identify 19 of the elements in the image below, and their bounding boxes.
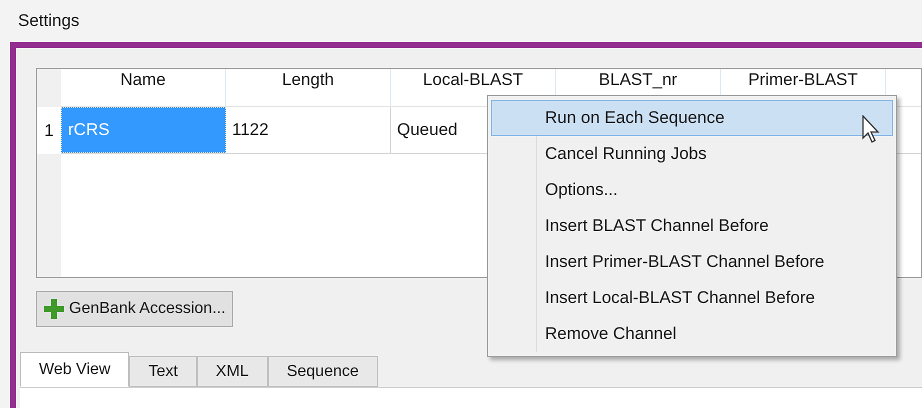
menu-item[interactable]: Insert Primer-BLAST Channel Before [491,244,893,280]
table-cell: 1122 [226,107,391,153]
add-accession-button[interactable]: GenBank Accession... [36,291,233,327]
menu-item[interactable]: Remove Channel [491,316,893,352]
menu-item[interactable]: Options... [491,172,893,208]
tab[interactable]: Web View [20,352,130,387]
menu-item[interactable]: Run on Each Sequence [491,100,893,136]
mouse-cursor-icon [862,115,882,145]
column-header[interactable]: Length [226,69,391,106]
plus-icon [43,298,65,320]
tab[interactable]: XML [196,356,268,387]
tab[interactable]: Sequence [268,356,378,387]
tab[interactable]: Text [129,356,197,387]
table-cell: rCRS [61,107,226,153]
window-title: Settings [18,10,80,32]
row-number: 1 [37,107,61,154]
menu-item[interactable]: Insert Local-BLAST Channel Before [491,280,893,316]
menu-item[interactable]: Insert BLAST Channel Before [491,208,893,244]
column-header[interactable]: Name [61,69,226,106]
